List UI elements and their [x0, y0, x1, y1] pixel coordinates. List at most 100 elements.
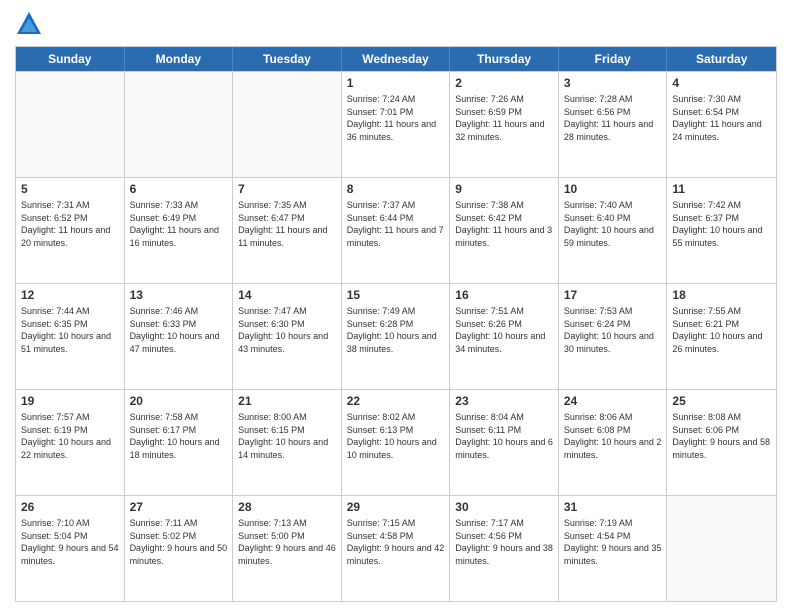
calendar-cell: 12 Sunrise: 7:44 AMSunset: 6:35 PMDayligh… [16, 284, 125, 389]
header [15, 10, 777, 38]
day-number: 1 [347, 76, 445, 90]
day-number: 13 [130, 288, 228, 302]
day-number: 17 [564, 288, 662, 302]
day-number: 23 [455, 394, 553, 408]
day-number: 27 [130, 500, 228, 514]
calendar-cell [16, 72, 125, 177]
calendar-cell: 23 Sunrise: 8:04 AMSunset: 6:11 PMDayligh… [450, 390, 559, 495]
calendar-header-cell: Sunday [16, 47, 125, 71]
calendar-header-row: SundayMondayTuesdayWednesdayThursdayFrid… [16, 47, 776, 71]
day-number: 29 [347, 500, 445, 514]
calendar-cell: 17 Sunrise: 7:53 AMSunset: 6:24 PMDayligh… [559, 284, 668, 389]
day-number: 18 [672, 288, 771, 302]
day-info: Sunrise: 7:10 AMSunset: 5:04 PMDaylight:… [21, 517, 119, 567]
calendar-cell: 19 Sunrise: 7:57 AMSunset: 6:19 PMDayligh… [16, 390, 125, 495]
calendar-cell: 29 Sunrise: 7:15 AMSunset: 4:58 PMDayligh… [342, 496, 451, 601]
day-number: 2 [455, 76, 553, 90]
calendar-cell: 18 Sunrise: 7:55 AMSunset: 6:21 PMDayligh… [667, 284, 776, 389]
calendar-cell: 14Sunrise: 7:47 AMSunset: 6:30 PMDayligh… [233, 284, 342, 389]
day-info: Sunrise: 7:38 AMSunset: 6:42 PMDaylight:… [455, 199, 553, 249]
day-info: Sunrise: 8:02 AMSunset: 6:13 PMDaylight:… [347, 411, 445, 461]
day-number: 11 [672, 182, 771, 196]
day-info: Sunrise: 7:44 AMSunset: 6:35 PMDaylight:… [21, 305, 119, 355]
day-number: 12 [21, 288, 119, 302]
logo [15, 10, 47, 38]
calendar-header-cell: Monday [125, 47, 234, 71]
day-number: 6 [130, 182, 228, 196]
calendar-cell: 27 Sunrise: 7:11 AMSunset: 5:02 PMDayligh… [125, 496, 234, 601]
calendar-cell: 25Sunrise: 8:08 AMSunset: 6:06 PMDayligh… [667, 390, 776, 495]
day-number: 15 [347, 288, 445, 302]
calendar-cell [233, 72, 342, 177]
calendar-header-cell: Saturday [667, 47, 776, 71]
day-info: Sunrise: 8:04 AMSunset: 6:11 PMDaylight:… [455, 411, 553, 461]
day-info: Sunrise: 8:06 AMSunset: 6:08 PMDaylight:… [564, 411, 662, 461]
day-info: Sunrise: 7:24 AMSunset: 7:01 PMDaylight:… [347, 93, 445, 143]
calendar: SundayMondayTuesdayWednesdayThursdayFrid… [15, 46, 777, 602]
calendar-body: 1 Sunrise: 7:24 AMSunset: 7:01 PMDaylight… [16, 71, 776, 601]
day-info: Sunrise: 7:35 AMSunset: 6:47 PMDaylight:… [238, 199, 336, 249]
day-number: 21 [238, 394, 336, 408]
day-number: 8 [347, 182, 445, 196]
calendar-cell: 3 Sunrise: 7:28 AMSunset: 6:56 PMDaylight… [559, 72, 668, 177]
day-info: Sunrise: 8:00 AMSunset: 6:15 PMDaylight:… [238, 411, 336, 461]
day-number: 28 [238, 500, 336, 514]
calendar-cell: 10 Sunrise: 7:40 AMSunset: 6:40 PMDayligh… [559, 178, 668, 283]
page: SundayMondayTuesdayWednesdayThursdayFrid… [0, 0, 792, 612]
day-number: 30 [455, 500, 553, 514]
day-info: Sunrise: 7:26 AMSunset: 6:59 PMDaylight:… [455, 93, 553, 143]
calendar-cell: 24 Sunrise: 8:06 AMSunset: 6:08 PMDayligh… [559, 390, 668, 495]
day-info: Sunrise: 7:15 AMSunset: 4:58 PMDaylight:… [347, 517, 445, 567]
day-info: Sunrise: 7:40 AMSunset: 6:40 PMDaylight:… [564, 199, 662, 249]
day-number: 20 [130, 394, 228, 408]
day-number: 10 [564, 182, 662, 196]
calendar-week-3: 12 Sunrise: 7:44 AMSunset: 6:35 PMDayligh… [16, 283, 776, 389]
day-info: Sunrise: 7:13 AMSunset: 5:00 PMDaylight:… [238, 517, 336, 567]
calendar-cell [667, 496, 776, 601]
day-info: Sunrise: 7:11 AMSunset: 5:02 PMDaylight:… [130, 517, 228, 567]
calendar-cell: 31Sunrise: 7:19 AMSunset: 4:54 PMDayligh… [559, 496, 668, 601]
day-info: Sunrise: 7:49 AMSunset: 6:28 PMDaylight:… [347, 305, 445, 355]
day-info: Sunrise: 7:37 AMSunset: 6:44 PMDaylight:… [347, 199, 445, 249]
calendar-cell: 22 Sunrise: 8:02 AMSunset: 6:13 PMDayligh… [342, 390, 451, 495]
calendar-cell: 20 Sunrise: 7:58 AMSunset: 6:17 PMDayligh… [125, 390, 234, 495]
day-number: 24 [564, 394, 662, 408]
calendar-cell: 9 Sunrise: 7:38 AMSunset: 6:42 PMDaylight… [450, 178, 559, 283]
calendar-cell: 16Sunrise: 7:51 AMSunset: 6:26 PMDayligh… [450, 284, 559, 389]
calendar-cell: 15 Sunrise: 7:49 AMSunset: 6:28 PMDayligh… [342, 284, 451, 389]
day-info: Sunrise: 7:53 AMSunset: 6:24 PMDaylight:… [564, 305, 662, 355]
day-info: Sunrise: 7:58 AMSunset: 6:17 PMDaylight:… [130, 411, 228, 461]
day-info: Sunrise: 7:47 AMSunset: 6:30 PMDaylight:… [238, 305, 336, 355]
day-number: 22 [347, 394, 445, 408]
calendar-cell: 21 Sunrise: 8:00 AMSunset: 6:15 PMDayligh… [233, 390, 342, 495]
day-info: Sunrise: 7:33 AMSunset: 6:49 PMDaylight:… [130, 199, 228, 249]
calendar-header-cell: Thursday [450, 47, 559, 71]
calendar-cell: 7 Sunrise: 7:35 AMSunset: 6:47 PMDaylight… [233, 178, 342, 283]
day-info: Sunrise: 7:42 AMSunset: 6:37 PMDaylight:… [672, 199, 771, 249]
day-info: Sunrise: 8:08 AMSunset: 6:06 PMDaylight:… [672, 411, 771, 461]
day-number: 9 [455, 182, 553, 196]
calendar-cell: 6 Sunrise: 7:33 AMSunset: 6:49 PMDaylight… [125, 178, 234, 283]
calendar-cell: 26 Sunrise: 7:10 AMSunset: 5:04 PMDayligh… [16, 496, 125, 601]
calendar-cell: 11 Sunrise: 7:42 AMSunset: 6:37 PMDayligh… [667, 178, 776, 283]
calendar-cell: 1 Sunrise: 7:24 AMSunset: 7:01 PMDaylight… [342, 72, 451, 177]
day-info: Sunrise: 7:17 AMSunset: 4:56 PMDaylight:… [455, 517, 553, 567]
calendar-week-5: 26 Sunrise: 7:10 AMSunset: 5:04 PMDayligh… [16, 495, 776, 601]
calendar-cell: 2 Sunrise: 7:26 AMSunset: 6:59 PMDaylight… [450, 72, 559, 177]
day-number: 4 [672, 76, 771, 90]
day-number: 5 [21, 182, 119, 196]
day-number: 19 [21, 394, 119, 408]
calendar-header-cell: Wednesday [342, 47, 451, 71]
calendar-header-cell: Friday [559, 47, 668, 71]
calendar-cell: 28 Sunrise: 7:13 AMSunset: 5:00 PMDayligh… [233, 496, 342, 601]
day-info: Sunrise: 7:55 AMSunset: 6:21 PMDaylight:… [672, 305, 771, 355]
calendar-cell: 13 Sunrise: 7:46 AMSunset: 6:33 PMDayligh… [125, 284, 234, 389]
day-number: 7 [238, 182, 336, 196]
day-info: Sunrise: 7:28 AMSunset: 6:56 PMDaylight:… [564, 93, 662, 143]
day-number: 26 [21, 500, 119, 514]
day-info: Sunrise: 7:46 AMSunset: 6:33 PMDaylight:… [130, 305, 228, 355]
calendar-week-4: 19 Sunrise: 7:57 AMSunset: 6:19 PMDayligh… [16, 389, 776, 495]
day-info: Sunrise: 7:57 AMSunset: 6:19 PMDaylight:… [21, 411, 119, 461]
day-number: 3 [564, 76, 662, 90]
day-number: 16 [455, 288, 553, 302]
